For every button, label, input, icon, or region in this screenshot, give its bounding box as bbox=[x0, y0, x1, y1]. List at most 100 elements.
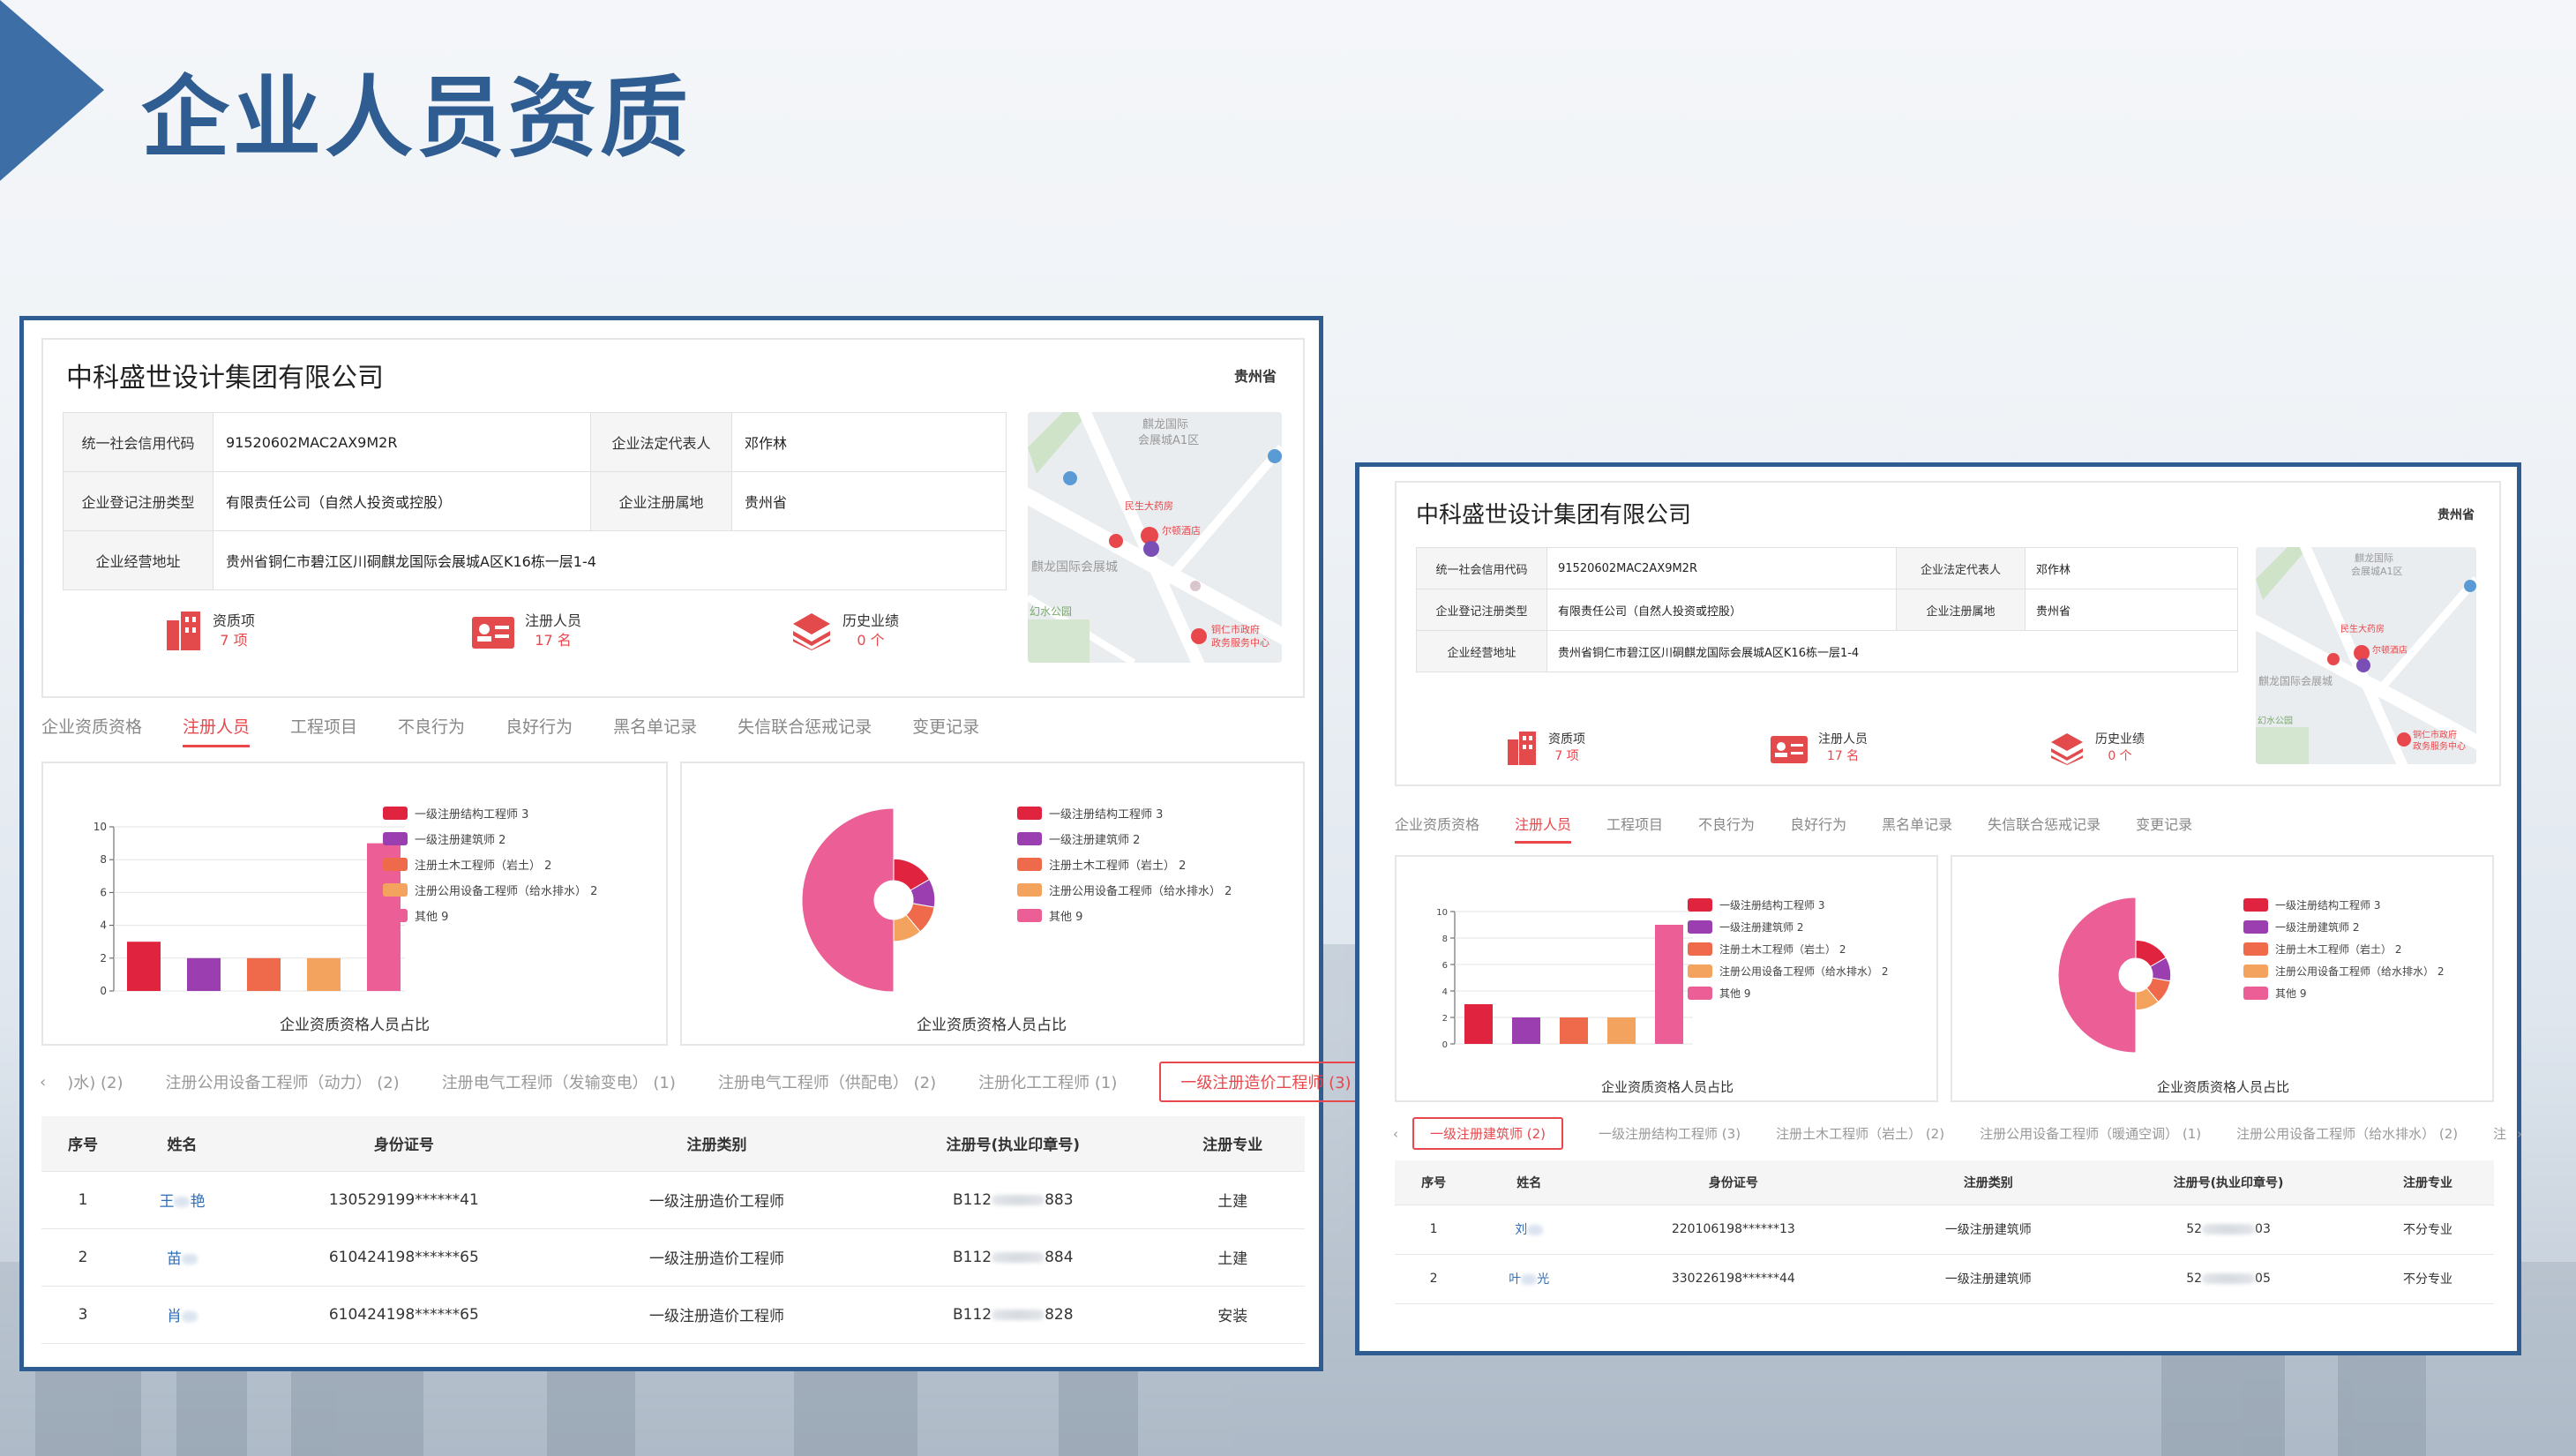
legend-item: 注册土木工程师（岩土） 2 bbox=[383, 852, 597, 877]
y-tick-label: 4 bbox=[100, 919, 107, 932]
bar-1[interactable] bbox=[1512, 1017, 1540, 1044]
tab-3[interactable]: 不良行为 bbox=[398, 714, 465, 747]
map-label: 麒龙国际 bbox=[2355, 552, 2393, 564]
stat-history-performance[interactable]: 历史业绩 0 个 bbox=[791, 612, 899, 650]
pie-slice-4[interactable] bbox=[801, 807, 895, 993]
tab-2[interactable]: 工程项目 bbox=[290, 714, 357, 747]
stat-qualifications[interactable]: 资质项 7 项 bbox=[1506, 732, 1585, 765]
cell-name[interactable]: 肖 bbox=[124, 1286, 240, 1344]
reg-visible-part: B112 bbox=[952, 1248, 992, 1266]
legend-label: 注册公用设备工程师（给水排水） 2 bbox=[1719, 965, 1889, 978]
subtabs-next-arrow[interactable]: › bbox=[2517, 1126, 2522, 1142]
column-header[interactable]: 注册号(执业印章号) bbox=[2095, 1160, 2362, 1205]
category-tab-4[interactable]: 注册公用设备工程师（给水排水） (2) bbox=[2236, 1124, 2458, 1143]
name-masked bbox=[181, 1254, 198, 1265]
bar-2[interactable] bbox=[247, 957, 281, 991]
column-header[interactable]: 身份证号 bbox=[239, 1116, 568, 1172]
bar-0[interactable] bbox=[1464, 1004, 1493, 1044]
stat-value: 0 个 bbox=[857, 632, 885, 649]
category-tab-5[interactable]: 注 bbox=[2493, 1124, 2506, 1143]
info-key: 统一社会信用代码 bbox=[1416, 547, 1547, 589]
reg-visible-part: 883 bbox=[1045, 1190, 1074, 1209]
company-name: 中科盛世设计集团有限公司 bbox=[66, 363, 384, 394]
tab-6[interactable]: 失信联合惩戒记录 bbox=[738, 714, 872, 747]
category-tab-0[interactable]: 一级注册建筑师 (2) bbox=[1412, 1117, 1564, 1150]
cell-id-number: 220106198******13 bbox=[1585, 1205, 1882, 1255]
tab-0[interactable]: 企业资质资格 bbox=[41, 714, 142, 747]
tab-1[interactable]: 注册人员 bbox=[1515, 813, 1572, 844]
tab-5[interactable]: 黑名单记录 bbox=[613, 714, 697, 747]
column-header[interactable]: 注册号(执业印章号) bbox=[865, 1116, 1161, 1172]
column-header[interactable]: 注册专业 bbox=[1160, 1116, 1305, 1172]
id-card-icon bbox=[1771, 736, 1808, 763]
bar-2[interactable] bbox=[1560, 1017, 1588, 1044]
tab-4[interactable]: 良好行为 bbox=[505, 714, 573, 747]
stat-registered-staff[interactable]: 注册人员 17 名 bbox=[472, 612, 581, 650]
info-row: 统一社会信用代码 91520602MAC2AX9M2R 企业法定代表人 邓作林 bbox=[1416, 547, 2238, 589]
bar-3[interactable] bbox=[1607, 1017, 1636, 1044]
cell-no: 1 bbox=[1395, 1205, 1473, 1255]
name-visible-part: 苗 bbox=[166, 1250, 182, 1268]
info-key: 企业经营地址 bbox=[1416, 630, 1547, 672]
cell-name[interactable]: 王艳 bbox=[124, 1171, 240, 1229]
legend-label: 一级注册建筑师 2 bbox=[1049, 834, 1141, 847]
category-tab-1[interactable]: 一级注册结构工程师 (3) bbox=[1599, 1124, 1741, 1143]
location-map[interactable]: 麒龙国际 会展城A1区 民生大药房 尔顿酒店 麒龙国际会展城 幻水公园 铜仁市政… bbox=[2256, 547, 2476, 764]
bar-4[interactable] bbox=[1655, 925, 1683, 1044]
column-header[interactable]: 序号 bbox=[41, 1116, 125, 1172]
pie-slice-4[interactable] bbox=[2057, 897, 2137, 1054]
category-tab-5[interactable]: 一级注册造价工程师 (3) bbox=[1159, 1062, 1373, 1102]
legend-swatch bbox=[1688, 987, 1712, 1000]
table-row: 2 苗 610424198******65 一级注册造价工程师 B112 884 土建 bbox=[41, 1228, 1305, 1287]
tab-2[interactable]: 工程项目 bbox=[1606, 813, 1663, 844]
stat-qualifications[interactable]: 资质项 7 项 bbox=[165, 612, 255, 650]
legend-item: 注册公用设备工程师（给水排水） 2 bbox=[383, 877, 597, 903]
cell-no: 2 bbox=[41, 1228, 125, 1287]
cell-name[interactable]: 苗 bbox=[124, 1228, 240, 1287]
column-header[interactable]: 身份证号 bbox=[1585, 1160, 1882, 1205]
tab-6[interactable]: 失信联合惩戒记录 bbox=[1988, 813, 2100, 844]
legend-item: 其他 9 bbox=[1017, 903, 1232, 928]
bar-0[interactable] bbox=[127, 942, 161, 991]
pie-chart bbox=[801, 807, 936, 993]
tab-7[interactable]: 变更记录 bbox=[2136, 813, 2192, 844]
stat-value: 0 个 bbox=[2108, 749, 2132, 763]
bar-1[interactable] bbox=[187, 957, 221, 991]
bar-3[interactable] bbox=[307, 957, 341, 991]
stat-registered-staff[interactable]: 注册人员 17 名 bbox=[1771, 732, 1868, 765]
name-visible-part: 肖 bbox=[166, 1308, 182, 1325]
category-tab-4[interactable]: 注册化工工程师 (1) bbox=[978, 1070, 1117, 1093]
cell-name[interactable]: 刘 bbox=[1472, 1205, 1586, 1255]
category-tab-0[interactable]: )水) (2) bbox=[67, 1070, 123, 1093]
column-header[interactable]: 姓名 bbox=[124, 1116, 240, 1172]
column-header[interactable]: 注册专业 bbox=[2361, 1160, 2494, 1205]
tab-1[interactable]: 注册人员 bbox=[183, 714, 251, 747]
column-header[interactable]: 注册类别 bbox=[1881, 1160, 2096, 1205]
category-tab-1[interactable]: 注册公用设备工程师（动力） (2) bbox=[165, 1070, 399, 1093]
category-tab-2[interactable]: 注册电气工程师（发输变电） (1) bbox=[442, 1070, 676, 1093]
location-map[interactable]: 麒龙国际 会展城A1区 民生大药房 尔顿酒店 麒龙国际会展城 幻水公园 铜仁市政… bbox=[1028, 412, 1282, 663]
category-tab-3[interactable]: 注册电气工程师（供配电） (2) bbox=[718, 1070, 936, 1093]
bar-chart: 0 2 4 6 8 10 bbox=[1436, 908, 1693, 1050]
stat-history-performance[interactable]: 历史业绩 0 个 bbox=[2049, 732, 2145, 765]
column-header[interactable]: 注册类别 bbox=[567, 1116, 866, 1172]
legend-label: 其他 9 bbox=[1049, 911, 1083, 924]
cell-major: 不分专业 bbox=[2361, 1254, 2494, 1304]
legend-label: 一级注册结构工程师 3 bbox=[2275, 899, 2381, 912]
subtabs-prev-arrow[interactable]: ‹ bbox=[40, 1073, 46, 1092]
subtabs-prev-arrow[interactable]: ‹ bbox=[1393, 1126, 1398, 1142]
tab-4[interactable]: 良好行为 bbox=[1790, 813, 1846, 844]
cell-name[interactable]: 叶光 bbox=[1472, 1254, 1586, 1304]
staff-table: 序号 姓名 身份证号 注册类别 注册号(执业印章号) 注册专业 1 王艳 130529199*… bbox=[41, 1116, 1305, 1344]
category-tab-3[interactable]: 注册公用设备工程师（暖通空调） (1) bbox=[1980, 1124, 2201, 1143]
cell-no: 2 bbox=[1395, 1254, 1473, 1304]
column-header[interactable]: 序号 bbox=[1395, 1160, 1473, 1205]
category-tab-2[interactable]: 注册土木工程师（岩土） (2) bbox=[1776, 1124, 1944, 1143]
column-header[interactable]: 姓名 bbox=[1472, 1160, 1586, 1205]
map-label: 尔顿酒店 bbox=[1162, 524, 1201, 537]
tab-0[interactable]: 企业资质资格 bbox=[1395, 813, 1479, 844]
tab-5[interactable]: 黑名单记录 bbox=[1882, 813, 1952, 844]
tab-7[interactable]: 变更记录 bbox=[912, 714, 979, 747]
tab-3[interactable]: 不良行为 bbox=[1698, 813, 1755, 844]
company-name: 中科盛世设计集团有限公司 bbox=[1416, 502, 1692, 529]
